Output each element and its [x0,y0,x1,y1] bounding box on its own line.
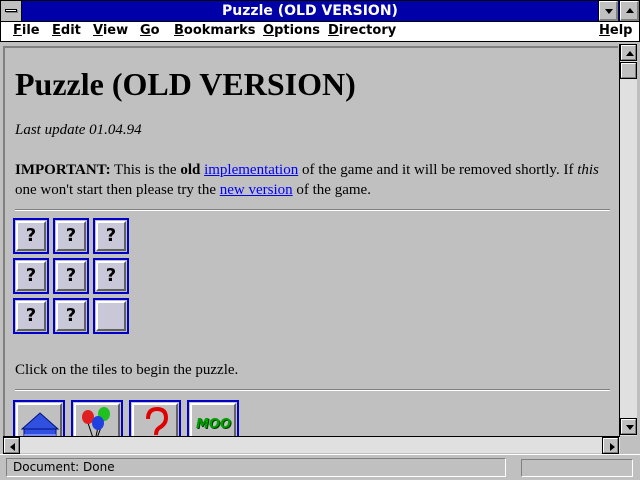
puzzle-tile[interactable]: ? [53,258,89,294]
system-menu-button[interactable] [1,1,22,21]
menu-help[interactable]: Help [599,23,632,38]
document-view: Puzzle (OLD VERSION) Last update 01.04.9… [3,46,618,436]
puzzle-tile-blank[interactable] [93,298,129,334]
minimize-button[interactable] [598,1,618,21]
maximize-button[interactable] [619,1,639,21]
puzzle-tile[interactable]: ? [93,218,129,254]
menu-bookmarks[interactable]: Bookmarks [174,23,256,38]
scroll-up-button[interactable] [620,44,637,61]
arrow-right-icon [610,443,615,451]
system-menu-icon [5,9,17,12]
progress-indicator [521,459,633,477]
instructions: Click on the tiles to begin the puzzle. [15,362,239,378]
menu-directory[interactable]: Directory [328,23,396,38]
menu-options[interactable]: Options [263,23,320,38]
menu-view[interactable]: View [93,23,128,38]
balloons-button[interactable] [71,400,123,436]
vertical-scrollbar[interactable] [619,44,637,436]
puzzle-tile[interactable]: ? [53,218,89,254]
scroll-down-button[interactable] [620,418,637,435]
arrow-down-icon [626,425,634,430]
help-icon [146,406,169,436]
arrow-left-icon [10,443,15,451]
vertical-scroll-thumb[interactable] [620,62,637,79]
balloons-icon [82,407,110,436]
moo-icon: MOO [196,417,232,432]
menu-bar: File Edit View Go Bookmarks Options Dire… [0,22,640,42]
scroll-left-button[interactable] [3,437,20,454]
arrow-up-icon [626,51,634,56]
this-emphasis: this [577,162,599,178]
important-label: IMPORTANT: [15,162,111,178]
window-title: Puzzle (OLD VERSION) [222,3,398,19]
status-bar: Document: Done [0,454,640,480]
puzzle-tile[interactable]: ? [53,298,89,334]
home-button[interactable] [13,400,65,436]
new-version-link[interactable]: new version [220,182,293,198]
status-text: Document: Done [6,458,506,477]
home-icon [20,412,60,436]
important-notice: IMPORTANT: This is the old implementatio… [15,162,599,198]
old-emphasis: old [180,162,201,178]
horizontal-scrollbar[interactable] [3,436,620,454]
puzzle-tile[interactable]: ? [93,258,129,294]
menu-edit[interactable]: Edit [52,23,81,38]
help-button[interactable] [129,400,181,436]
moo-button[interactable]: MOO [187,400,239,436]
maximize-icon [626,8,634,13]
implementation-link[interactable]: implementation [204,162,298,178]
last-update: Last update 01.04.94 [15,122,142,138]
menu-file[interactable]: File [13,23,40,38]
divider [15,209,610,211]
puzzle-tile[interactable]: ? [13,218,49,254]
scroll-right-button[interactable] [602,437,619,454]
puzzle-tile[interactable]: ? [13,258,49,294]
minimize-icon [605,9,613,14]
menu-go[interactable]: Go [140,23,160,38]
page-title: Puzzle (OLD VERSION) [15,66,356,102]
divider [15,389,610,391]
title-bar: Puzzle (OLD VERSION) [0,0,640,22]
puzzle-tile[interactable]: ? [13,298,49,334]
